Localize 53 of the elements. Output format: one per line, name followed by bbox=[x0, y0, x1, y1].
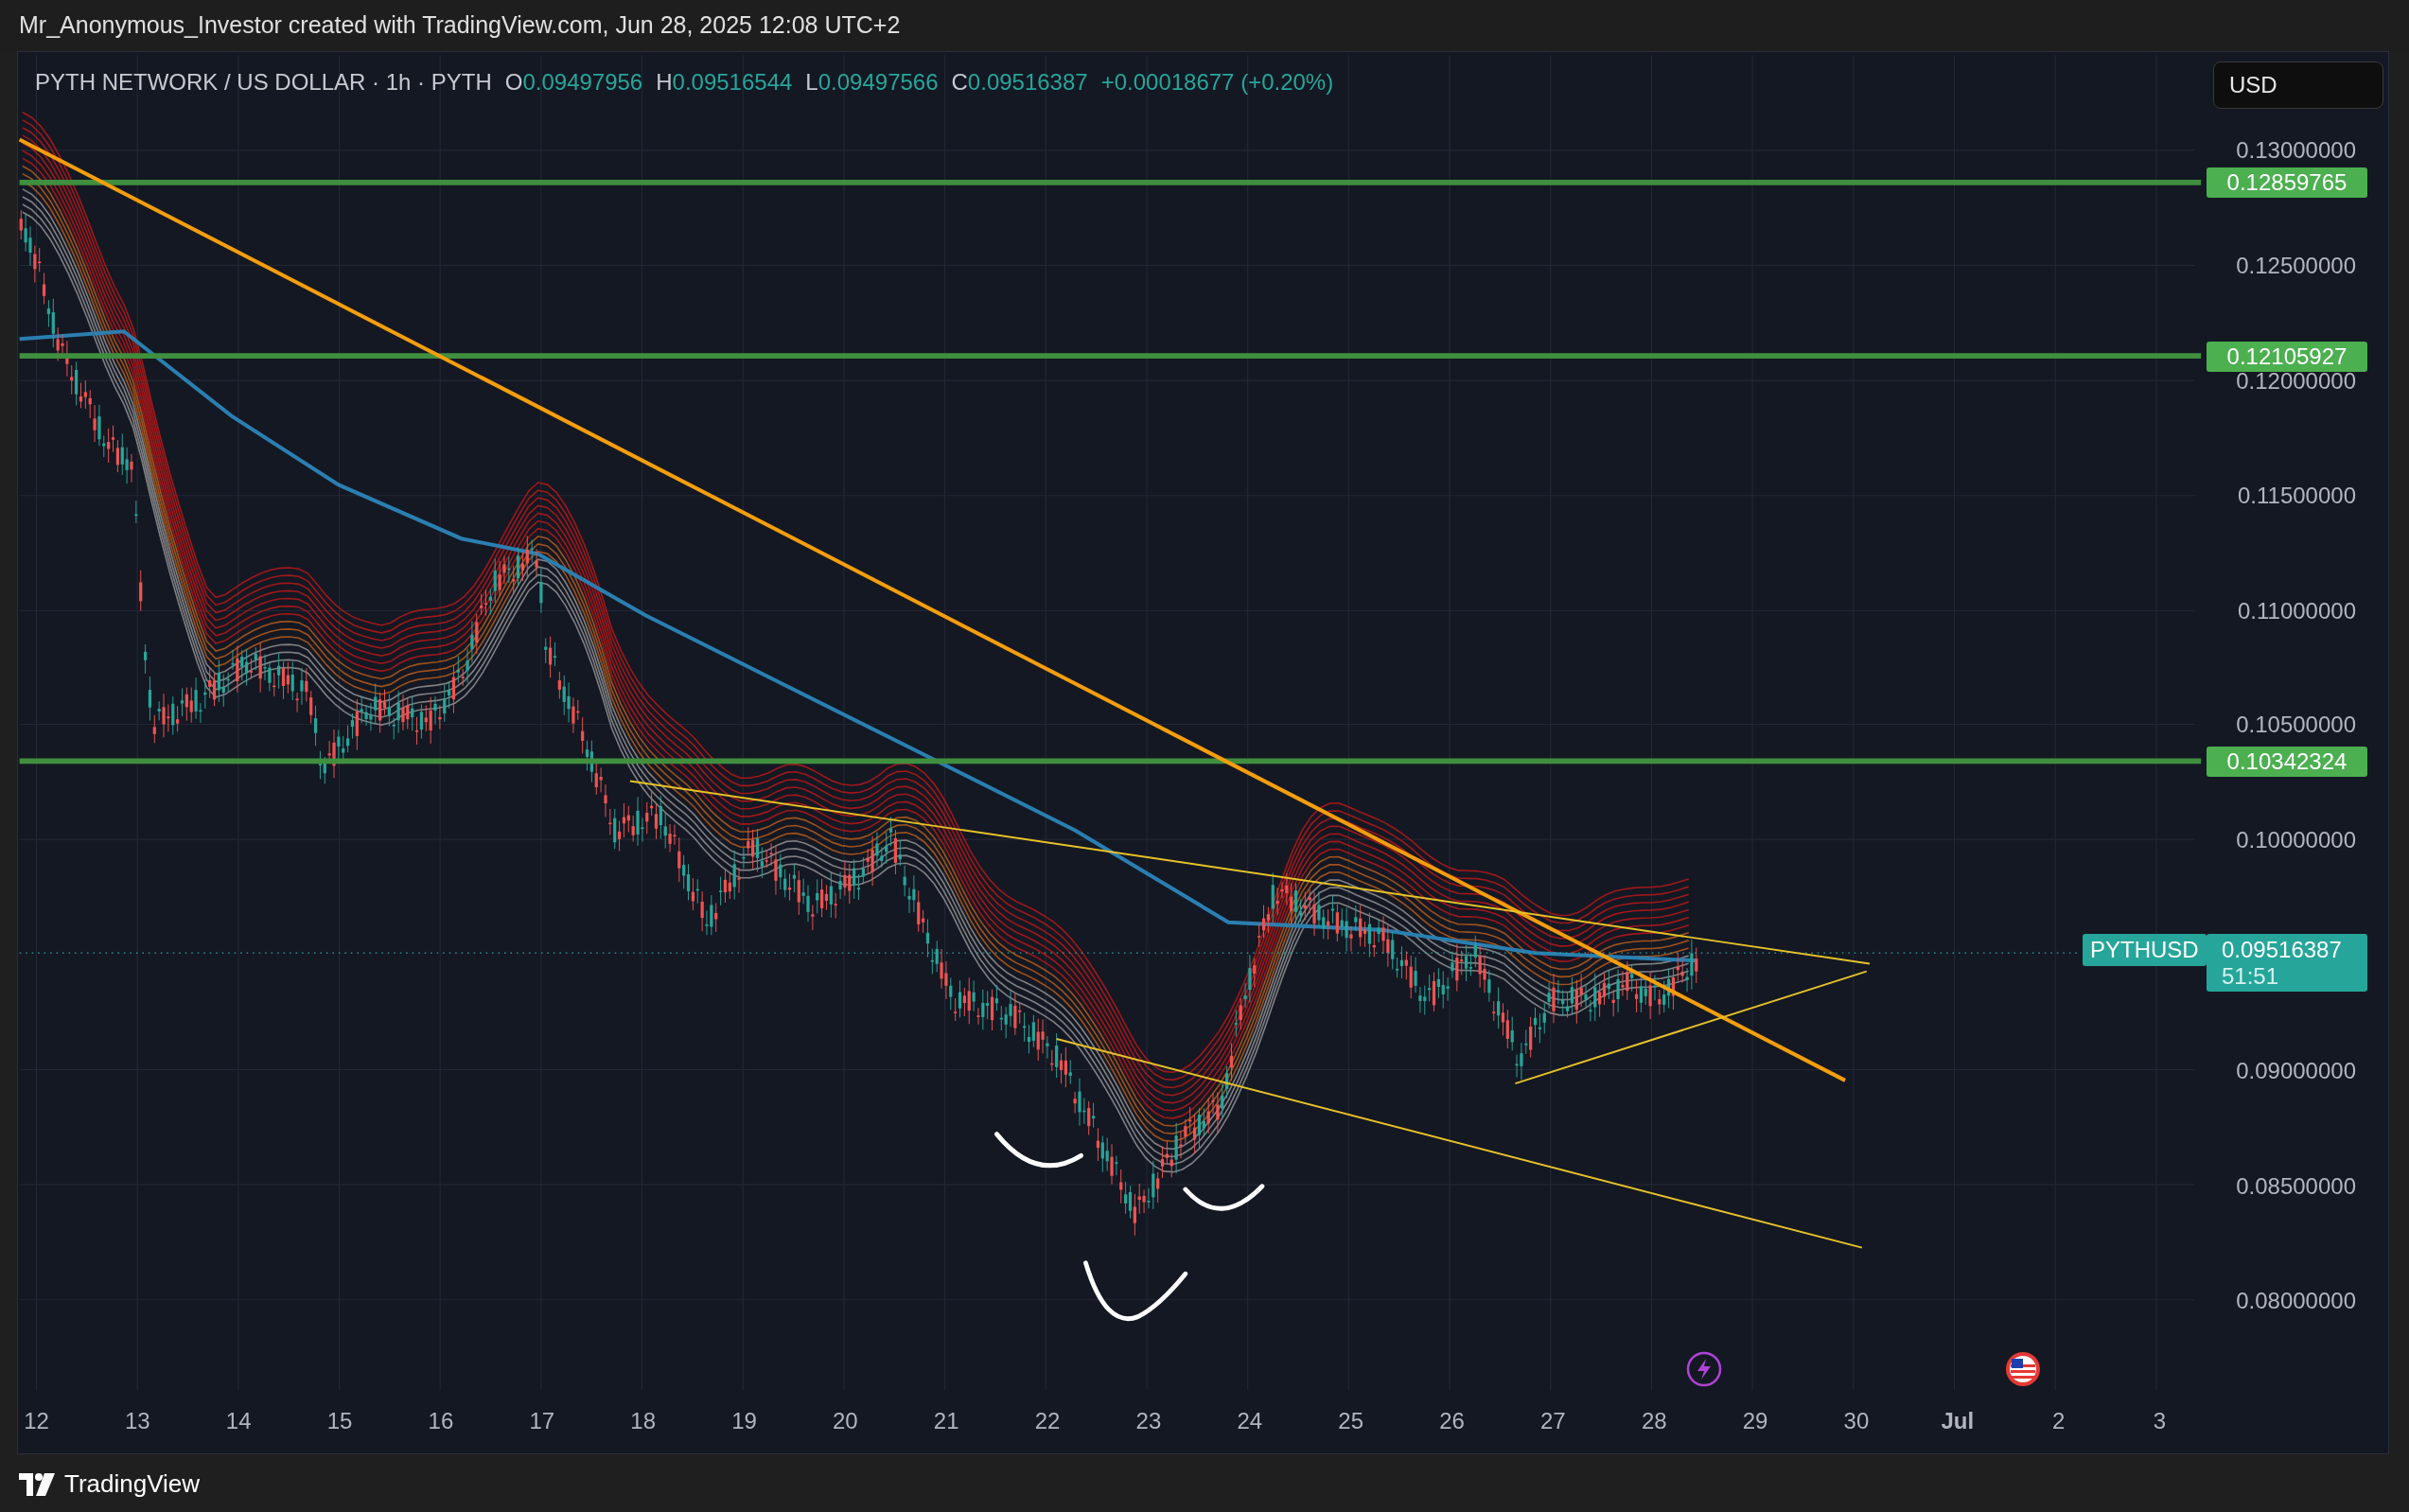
time-axis-label: 21 bbox=[933, 1407, 959, 1435]
price-axis-label: 0.11000000 bbox=[2238, 598, 2356, 625]
ohlc-value: 0.09497956 bbox=[522, 68, 643, 97]
time-axis-label: 2 bbox=[2052, 1407, 2066, 1435]
currency-button[interactable]: USD bbox=[2213, 62, 2383, 109]
price-axis-label: 0.09000000 bbox=[2236, 1057, 2356, 1084]
level-price-tag: 0.10342324 bbox=[2207, 747, 2367, 778]
price-axis-label: 0.08000000 bbox=[2236, 1288, 2356, 1315]
price-axis-label: 0.11500000 bbox=[2238, 483, 2356, 510]
level-price-tag: 0.12859765 bbox=[2207, 167, 2367, 199]
ohlc-key: O bbox=[504, 65, 523, 99]
symbol-tag: PYTHUSD bbox=[2083, 934, 2207, 966]
ohlc-value: 0.09516544 bbox=[672, 68, 793, 97]
ohlc-key: H bbox=[656, 65, 673, 99]
ohlc-value: 0.09497566 bbox=[818, 68, 939, 97]
ohlc-value: 0.09516387 bbox=[967, 68, 1088, 97]
price-axis-label: 0.10500000 bbox=[2236, 712, 2356, 739]
time-axis-label: 12 bbox=[24, 1407, 49, 1435]
time-axis-label: 18 bbox=[630, 1407, 656, 1435]
ohlc-key: L bbox=[805, 65, 818, 99]
time-axis-label: 13 bbox=[125, 1407, 150, 1435]
price-change: +0.00018677 (+0.20%) bbox=[1100, 68, 1334, 97]
time-axis-label: 14 bbox=[225, 1407, 252, 1435]
price-axis-label: 0.12500000 bbox=[2236, 252, 2356, 279]
flag-icon bbox=[2004, 1349, 2043, 1388]
time-axis-label: Jul bbox=[1941, 1407, 1975, 1435]
time-axis-label: 26 bbox=[1439, 1407, 1465, 1435]
price-axis-label: 0.08500000 bbox=[2236, 1172, 2356, 1200]
level-price-tag: 0.12105927 bbox=[2207, 341, 2367, 372]
time-axis-label: 27 bbox=[1540, 1407, 1566, 1435]
time-axis-label: 22 bbox=[1034, 1407, 1061, 1435]
time-axis-label: 15 bbox=[326, 1407, 353, 1435]
lightning-icon bbox=[1684, 1349, 1723, 1388]
time-axis-label: 28 bbox=[1641, 1407, 1667, 1435]
time-axis-label: 3 bbox=[2153, 1407, 2167, 1435]
price-axis-label: 0.13000000 bbox=[2236, 136, 2356, 164]
time-axis-label: 29 bbox=[1742, 1407, 1768, 1435]
time-axis-label: 17 bbox=[529, 1407, 555, 1435]
last-price: 0.09516387 bbox=[2222, 936, 2343, 963]
time-axis-label: 20 bbox=[833, 1407, 858, 1435]
time-axis-label: 25 bbox=[1338, 1407, 1363, 1435]
logo-icon bbox=[19, 1472, 57, 1496]
time-axis-label: 24 bbox=[1237, 1407, 1263, 1435]
countdown: 51:51 bbox=[2222, 962, 2280, 990]
time-axis-label: 23 bbox=[1135, 1407, 1162, 1435]
time-axis-label: 16 bbox=[428, 1407, 454, 1435]
symbol-title: PYTH NETWORK / US DOLLAR · 1h · PYTH bbox=[35, 68, 492, 97]
price-axis-label: 0.10000000 bbox=[2236, 827, 2356, 854]
time-axis-label: 30 bbox=[1843, 1407, 1870, 1435]
header-text: Mr_Anonymous_Investor created with TradingView.com, Jun 28, 2025 12:08 UTC+2 bbox=[19, 10, 901, 41]
ohlc-key: C bbox=[951, 65, 968, 99]
brand-name: TradingView bbox=[64, 1468, 201, 1500]
time-axis-label: 19 bbox=[731, 1407, 757, 1435]
